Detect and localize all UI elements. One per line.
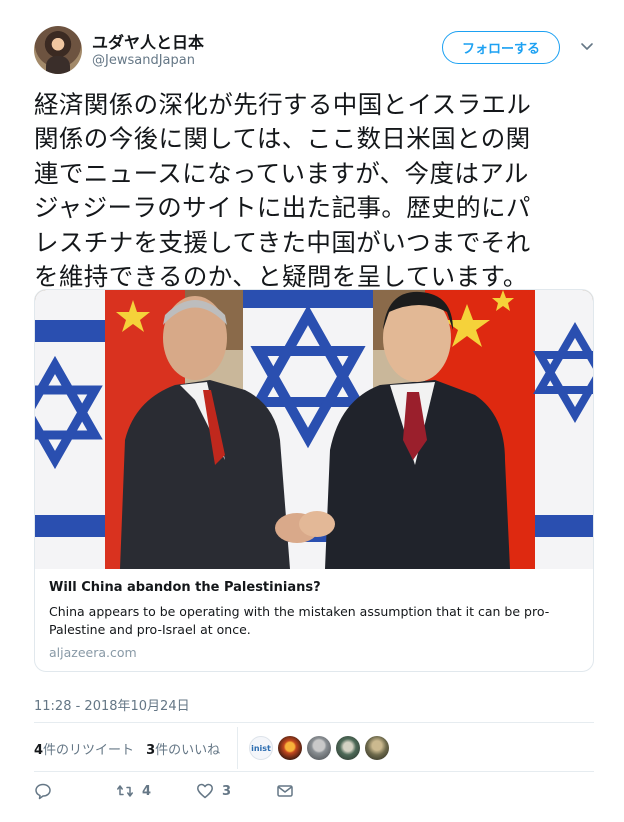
tweet-stats: 4件のリツイート 3件のいいね: [34, 734, 232, 762]
liker-avatar[interactable]: [307, 736, 331, 760]
tweet-text-line: 経済関係の深化が先行する中国とイスラエル: [34, 90, 532, 119]
retweet-stats-link[interactable]: 4件のリツイート: [34, 739, 134, 758]
retweet-icon: [117, 785, 133, 797]
tweet-timestamp[interactable]: 11:28 - 2018年10月24日: [34, 695, 190, 714]
tweet-text-line: ジャジーラのサイトに出た記事。歴史的にパ: [34, 193, 531, 223]
retweets-count: 4: [34, 742, 44, 758]
liker-avatar[interactable]: [365, 736, 389, 760]
direct-message-button[interactable]: [276, 782, 294, 800]
card-photo: [35, 290, 593, 569]
divider: [34, 722, 594, 723]
liker-avatar[interactable]: [278, 736, 302, 760]
link-card[interactable]: Will China abandon the Palestinians? Chi…: [34, 289, 594, 672]
reply-button[interactable]: [34, 782, 60, 800]
heart-icon: [197, 783, 213, 799]
user-handle[interactable]: @JewsandJapan: [92, 53, 195, 68]
tweet-text: 経済関係の深化が先行する中国とイスラエル 関係の今後に関しては、ここ数日米国との…: [34, 88, 594, 294]
tweet-header: ユダヤ人と日本 @JewsandJapan フォローする: [34, 26, 604, 76]
liker-avatar[interactable]: inist: [249, 736, 273, 760]
like-count: 3: [222, 783, 232, 799]
tweet-text-line: レスチナを支援してきた中国がいつまでそれ: [34, 227, 531, 257]
tweet-text-line: 連でニュースになっていますが、今度はアル: [34, 158, 529, 188]
liker-avatar-text: inist: [251, 743, 271, 753]
envelope-icon: [277, 785, 293, 797]
user-name[interactable]: ユダヤ人と日本: [92, 29, 204, 53]
reply-icon: [35, 783, 51, 800]
tweet-actions: 4 3: [34, 782, 594, 804]
tweet-text-line: 関係の今後に関しては、ここ数日米国との関: [34, 124, 531, 154]
retweets-label: 件のリツイート: [43, 742, 135, 758]
retweet-button[interactable]: 4: [116, 782, 151, 800]
likes-count: 3: [146, 742, 156, 758]
card-title: Will China abandon the Palestinians?: [49, 580, 321, 595]
user-avatar[interactable]: [34, 26, 82, 74]
like-button[interactable]: 3: [196, 782, 231, 800]
card-domain: aljazeera.com: [49, 645, 137, 660]
likes-label: 件のいいね: [155, 742, 221, 758]
follow-button[interactable]: フォローする: [442, 31, 560, 64]
likers-avatars: inist: [249, 736, 394, 760]
card-description: China appears to be operating with the m…: [49, 604, 550, 637]
chevron-down-icon[interactable]: [579, 38, 595, 54]
retweet-count: 4: [142, 783, 152, 799]
stats-separator: [237, 727, 238, 769]
liker-avatar[interactable]: [336, 736, 360, 760]
like-stats-link[interactable]: 3件のいいね: [146, 739, 220, 758]
divider: [34, 771, 594, 772]
